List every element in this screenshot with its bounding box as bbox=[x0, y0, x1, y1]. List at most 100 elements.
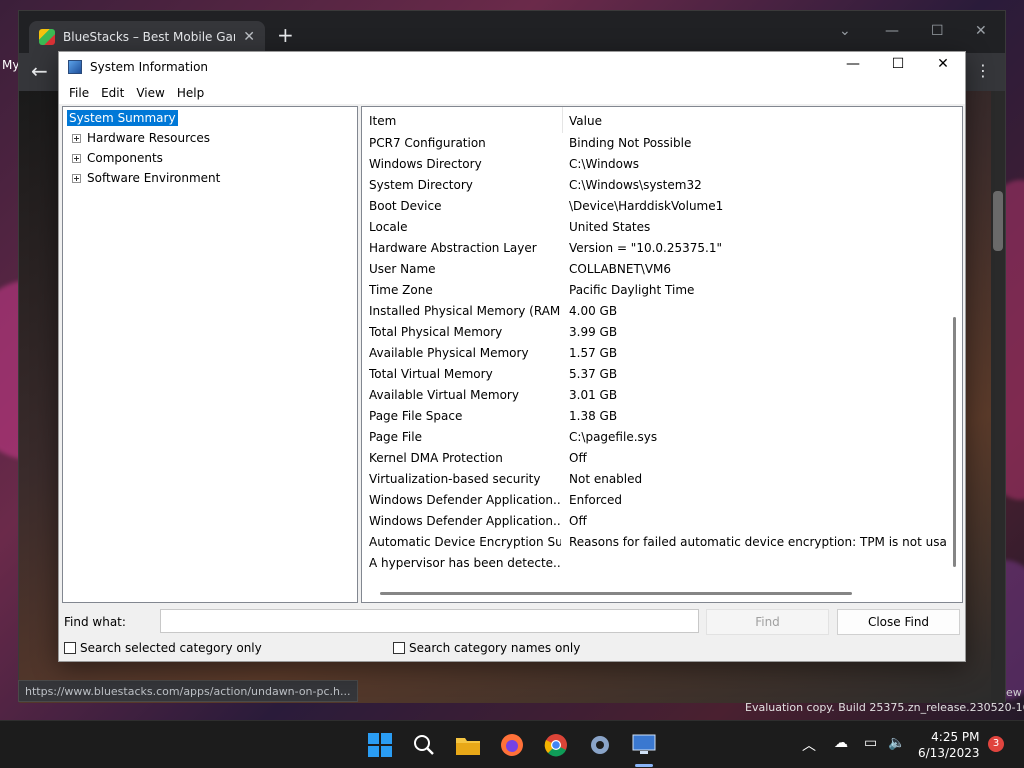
table-row[interactable]: System Directory C:\Windows\system32 bbox=[362, 175, 946, 196]
find-what-input[interactable] bbox=[160, 609, 699, 633]
menu-help[interactable]: Help bbox=[171, 86, 210, 100]
row-item-cell: Installed Physical Memory (RAM) bbox=[369, 304, 561, 318]
table-row[interactable]: Windows Defender Application... Enforced bbox=[362, 490, 946, 511]
row-value-cell: Pacific Daylight Time bbox=[569, 283, 695, 297]
table-row[interactable]: Virtualization-based security Not enabled bbox=[362, 469, 946, 490]
browser-tab[interactable]: BlueStacks – Best Mobile Gaming ✕ bbox=[29, 21, 265, 53]
column-divider[interactable] bbox=[562, 107, 563, 133]
maximize-icon[interactable]: ☐ bbox=[931, 23, 944, 39]
new-tab-button[interactable]: + bbox=[277, 25, 294, 45]
table-row[interactable]: Page File C:\pagefile.sys bbox=[362, 427, 946, 448]
system-information-icon[interactable] bbox=[630, 731, 658, 759]
browser-scrollbar[interactable] bbox=[991, 91, 1005, 703]
status-url: https://www.bluestacks.com/apps/action/u… bbox=[18, 680, 358, 702]
close-icon[interactable]: ✕ bbox=[975, 23, 987, 39]
row-item-cell: Total Physical Memory bbox=[369, 325, 503, 339]
display-icon[interactable]: ▭ bbox=[864, 735, 877, 751]
row-item-cell: Time Zone bbox=[369, 283, 433, 297]
close-icon[interactable]: ✕ bbox=[920, 56, 966, 72]
search-selected-category-option[interactable]: Search selected category only bbox=[64, 641, 262, 655]
table-row[interactable]: Windows Defender Application... Off bbox=[362, 511, 946, 532]
row-value-cell: Off bbox=[569, 514, 587, 528]
tree-item-system-summary[interactable]: System Summary bbox=[67, 110, 178, 126]
table-row[interactable]: Total Physical Memory 3.99 GB bbox=[362, 322, 946, 343]
row-item-cell: Kernel DMA Protection bbox=[369, 451, 503, 465]
row-value-cell: C:\pagefile.sys bbox=[569, 430, 658, 444]
system-information-icon bbox=[68, 60, 82, 74]
minimize-icon[interactable]: — bbox=[830, 56, 876, 72]
search-category-names-checkbox[interactable] bbox=[393, 642, 405, 654]
column-header-item[interactable]: Item bbox=[369, 114, 396, 128]
browser-scroll-thumb[interactable] bbox=[993, 191, 1003, 251]
row-value-cell: C:\Windows\system32 bbox=[569, 178, 702, 192]
row-value-cell: Reasons for failed automatic device encr… bbox=[569, 535, 947, 549]
bluestacks-favicon-icon bbox=[39, 29, 55, 45]
windows-logo-icon[interactable] bbox=[366, 731, 394, 759]
table-row[interactable]: Time Zone Pacific Daylight Time bbox=[362, 280, 946, 301]
horizontal-scrollbar[interactable] bbox=[362, 586, 962, 602]
tree-item-label: Components bbox=[87, 151, 163, 165]
row-value-cell: Off bbox=[569, 451, 587, 465]
table-row[interactable]: Total Virtual Memory 5.37 GB bbox=[362, 364, 946, 385]
expand-icon[interactable] bbox=[72, 133, 81, 143]
search-selected-category-checkbox[interactable] bbox=[64, 642, 76, 654]
table-row[interactable]: Windows Directory C:\Windows bbox=[362, 154, 946, 175]
show-hidden-icons-chevron-icon[interactable]: ︿ bbox=[802, 735, 816, 755]
details-list[interactable]: Item Value PCR7 Configuration Binding Not… bbox=[361, 106, 963, 603]
table-row[interactable]: Available Physical Memory 1.57 GB bbox=[362, 343, 946, 364]
find-button[interactable]: Find bbox=[706, 609, 829, 635]
table-row[interactable]: Kernel DMA Protection Off bbox=[362, 448, 946, 469]
tree-item-software-environment[interactable]: Software Environment bbox=[72, 171, 220, 185]
notification-badge[interactable]: 3 bbox=[988, 736, 1004, 752]
tree-item-hardware-resources[interactable]: Hardware Resources bbox=[72, 131, 210, 145]
folder-icon[interactable] bbox=[454, 731, 482, 759]
expand-icon[interactable] bbox=[72, 173, 81, 183]
horizontal-scroll-thumb[interactable] bbox=[380, 592, 852, 595]
chrome-icon[interactable] bbox=[542, 731, 570, 759]
back-arrow-icon[interactable]: ← bbox=[31, 59, 48, 83]
gear-icon[interactable] bbox=[586, 731, 614, 759]
search-icon[interactable] bbox=[410, 731, 438, 759]
table-row[interactable]: Page File Space 1.38 GB bbox=[362, 406, 946, 427]
table-row[interactable]: Locale United States bbox=[362, 217, 946, 238]
minimize-icon[interactable]: — bbox=[885, 23, 899, 39]
browser-tab-title: BlueStacks – Best Mobile Gaming bbox=[63, 30, 235, 44]
menu-file[interactable]: File bbox=[63, 86, 95, 100]
category-tree[interactable]: System Summary Hardware Resources Compon… bbox=[62, 106, 358, 603]
table-row[interactable]: A hypervisor has been detecte... bbox=[362, 553, 946, 574]
expand-icon[interactable] bbox=[72, 153, 81, 163]
close-find-button[interactable]: Close Find bbox=[837, 609, 960, 635]
tab-search-chevron-icon[interactable]: ⌄ bbox=[839, 23, 851, 39]
table-row[interactable]: Installed Physical Memory (RAM) 4.00 GB bbox=[362, 301, 946, 322]
row-value-cell: 4.00 GB bbox=[569, 304, 618, 318]
evaluation-watermark: Evaluation copy. Build 25375.zn_release.… bbox=[745, 701, 1024, 714]
close-tab-icon[interactable]: ✕ bbox=[243, 29, 255, 45]
vertical-scroll-thumb[interactable] bbox=[953, 317, 956, 567]
tree-item-components[interactable]: Components bbox=[72, 151, 163, 165]
firefox-icon[interactable] bbox=[498, 731, 526, 759]
table-row[interactable]: Available Virtual Memory 3.01 GB bbox=[362, 385, 946, 406]
row-value-cell: \Device\HarddiskVolume1 bbox=[569, 199, 724, 213]
table-row[interactable]: PCR7 Configuration Binding Not Possible bbox=[362, 133, 946, 154]
taskbar-clock[interactable]: 4:25 PM 6/13/2023 bbox=[918, 729, 980, 761]
tree-item-label: System Summary bbox=[67, 110, 178, 126]
vertical-scrollbar[interactable] bbox=[946, 107, 962, 587]
desktop-edge-label: ew bbox=[1006, 686, 1022, 699]
maximize-icon[interactable]: ☐ bbox=[875, 56, 921, 72]
row-item-cell: System Directory bbox=[369, 178, 473, 192]
more-menu-icon[interactable]: ⋮ bbox=[975, 61, 991, 80]
table-row[interactable]: Automatic Device Encryption Su... Reasons… bbox=[362, 532, 947, 553]
table-row[interactable]: Boot Device \Device\HarddiskVolume1 bbox=[362, 196, 946, 217]
row-value-cell: 3.99 GB bbox=[569, 325, 618, 339]
table-row[interactable]: User Name COLLABNET\VM6 bbox=[362, 259, 946, 280]
volume-icon[interactable]: 🔈 bbox=[888, 735, 905, 751]
window-titlebar[interactable]: System Information — ☐ ✕ bbox=[59, 52, 965, 82]
table-row[interactable]: Hardware Abstraction Layer Version = "10.… bbox=[362, 238, 946, 259]
column-header-value[interactable]: Value bbox=[569, 114, 602, 128]
menu-view[interactable]: View bbox=[130, 86, 170, 100]
search-category-names-label: Search category names only bbox=[409, 641, 581, 655]
tree-item-label: Hardware Resources bbox=[87, 131, 211, 145]
search-category-names-option[interactable]: Search category names only bbox=[393, 641, 580, 655]
network-icon[interactable]: ☁ bbox=[834, 735, 848, 751]
menu-edit[interactable]: Edit bbox=[95, 86, 130, 100]
